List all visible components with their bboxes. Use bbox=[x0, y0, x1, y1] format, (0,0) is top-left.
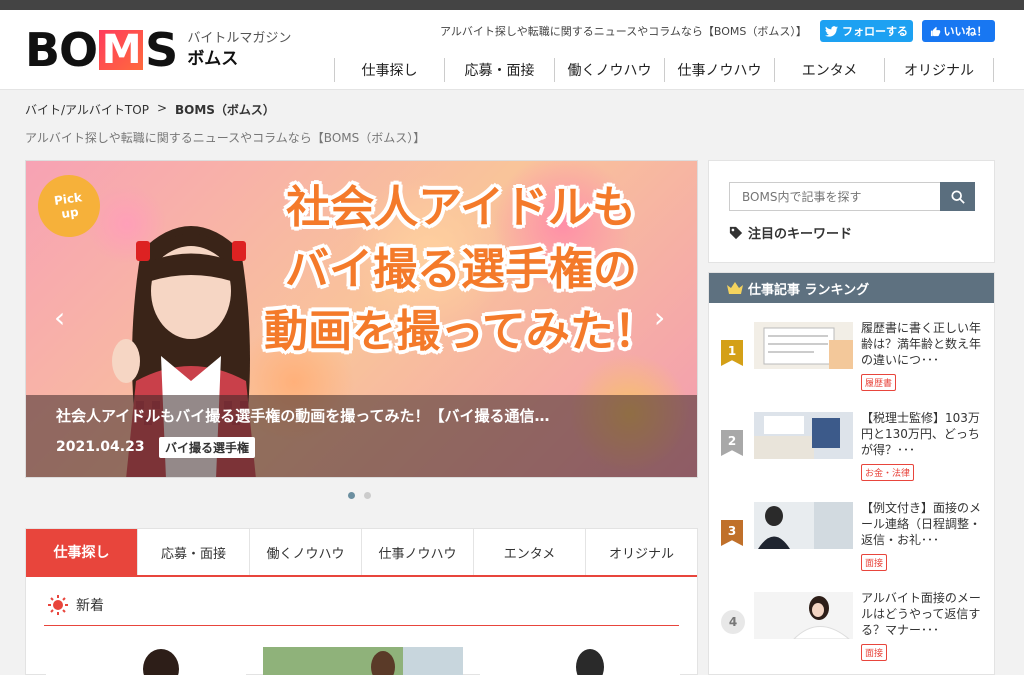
ranking-thumb-1 bbox=[754, 322, 853, 369]
header-tagline: アルバイト探しや転職に関するニュースやコラムなら【BOMS（ボムス）】 bbox=[440, 25, 807, 38]
hero-carousel[interactable]: Pick up 社会人アイドルも バイ撮る選手権の 動画を撮ってみた！ ‹ › … bbox=[25, 160, 698, 478]
nav-item-work-knowhow[interactable]: 働くノウハウ bbox=[554, 58, 664, 82]
nav-item-job-knowhow[interactable]: 仕事ノウハウ bbox=[664, 58, 774, 82]
breadcrumb-home-link[interactable]: バイト/アルバイトTOP bbox=[25, 101, 149, 118]
ranking-item-1[interactable]: 1 履歴書に書く正しい年齢は？満年齢と数え年の違いにつ･･･ 履歴書 bbox=[709, 320, 996, 402]
carousel-prev-icon[interactable]: ‹ bbox=[54, 301, 65, 334]
ranking-title-2[interactable]: 【税理士監修】103万円と130万円、どっちが得？･･･ bbox=[861, 410, 986, 458]
ranking-box: 仕事記事 ランキング 1 履歴書に書く正しい年齢は？満年齢と数え年の違いにつ･･… bbox=[708, 272, 995, 675]
category-tabs: 仕事探し 応募・面接 働くノウハウ 仕事ノウハウ エンタメ オリジナル bbox=[26, 529, 697, 577]
carousel-next-icon[interactable]: › bbox=[654, 301, 665, 334]
nav-item-apply-interview[interactable]: 応募・面接 bbox=[444, 58, 554, 82]
ranking-header-label: 仕事記事 ランキング bbox=[748, 282, 870, 298]
keyword-heading: 注目のキーワード bbox=[729, 223, 852, 242]
logo-letters-bo: BO bbox=[25, 23, 98, 77]
hero-caption-date: 2021.04.23 bbox=[56, 439, 145, 455]
twitter-follow-button[interactable]: フォローする bbox=[820, 20, 913, 42]
ranking-header: 仕事記事 ランキング bbox=[709, 273, 994, 303]
breadcrumb: バイト/アルバイトTOP > BOMS（ボムス） bbox=[25, 101, 275, 118]
rank-badge-1: 1 bbox=[721, 340, 743, 366]
logo-wordmark: BO M S bbox=[25, 23, 178, 77]
hero-headline-line1: 社会人アイドルも bbox=[286, 182, 636, 233]
tag-icon bbox=[729, 226, 743, 239]
global-nav: 仕事探し 応募・面接 働くノウハウ 仕事ノウハウ エンタメ オリジナル bbox=[334, 58, 994, 82]
ranking-item-4[interactable]: 4 アルバイト面接のメールはどうやって返信する？マナー･･･ 面接 bbox=[709, 590, 996, 672]
search-button[interactable] bbox=[940, 182, 975, 211]
category-tabs-panel: 仕事探し 応募・面接 働くノウハウ 仕事ノウハウ エンタメ オリジナル 新着 bbox=[25, 528, 698, 675]
logo-subtitle: バイトルマガジン ボムス bbox=[187, 30, 291, 70]
logo-letter-s: S bbox=[145, 23, 178, 77]
nav-item-entertainment[interactable]: エンタメ bbox=[774, 58, 884, 82]
search-box: 注目のキーワード bbox=[708, 160, 995, 263]
hero-headline: 社会人アイドルも バイ撮る選手権の 動画を撮ってみた！ bbox=[226, 177, 696, 363]
hero-caption-tag[interactable]: バイ撮る選手権 bbox=[159, 437, 256, 458]
ranking-tag-2[interactable]: お金・法律 bbox=[861, 464, 915, 481]
site-logo[interactable]: BO M S バイトルマガジン ボムス bbox=[25, 26, 291, 74]
ranking-tag-4[interactable]: 面接 bbox=[861, 644, 888, 661]
tab-work-knowhow[interactable]: 働くノウハウ bbox=[250, 529, 362, 575]
ranking-item-2[interactable]: 2 【税理士監修】103万円と130万円、どっちが得？･･･ お金・法律 bbox=[709, 410, 996, 492]
ranking-thumb-3 bbox=[754, 502, 853, 549]
breadcrumb-current: BOMS（ボムス） bbox=[175, 103, 275, 117]
tab-original[interactable]: オリジナル bbox=[586, 529, 697, 575]
carousel-dots bbox=[348, 492, 371, 499]
top-bar bbox=[0, 0, 1024, 10]
ranking-tag-1[interactable]: 履歴書 bbox=[861, 374, 897, 391]
crown-icon bbox=[727, 282, 743, 294]
tab-entertainment[interactable]: エンタメ bbox=[474, 529, 586, 575]
ranking-thumb-2 bbox=[754, 412, 853, 459]
rank-badge-3: 3 bbox=[721, 520, 743, 546]
sun-icon bbox=[48, 595, 68, 615]
ranking-item-3[interactable]: 3 【例文付き】面接のメール連絡（日程調整・返信・お礼･･･ 面接 bbox=[709, 500, 996, 582]
hero-caption[interactable]: 社会人アイドルもバイ撮る選手権の動画を撮ってみた！【バイ撮る通信… 2021.0… bbox=[26, 395, 697, 477]
search-icon bbox=[950, 189, 965, 204]
logo-sub-line2: ボムス bbox=[187, 49, 239, 69]
carousel-dot-2[interactable] bbox=[364, 492, 371, 499]
rank-badge-2: 2 bbox=[721, 430, 743, 456]
breadcrumb-separator: > bbox=[156, 101, 167, 115]
pickup-badge-line2: up bbox=[60, 204, 80, 222]
new-article-thumb-2[interactable] bbox=[263, 647, 463, 675]
hero-headline-line3: 動画を撮ってみた！ bbox=[264, 306, 658, 357]
facebook-like-label: いいね！ bbox=[943, 25, 988, 38]
twitter-follow-label: フォローする bbox=[842, 25, 908, 38]
ranking-thumb-4 bbox=[754, 592, 853, 639]
rank-badge-4: 4 bbox=[721, 610, 745, 634]
site-header: BO M S バイトルマガジン ボムス アルバイト探しや転職に関するニュースやコラム… bbox=[0, 10, 1024, 90]
page-subtitle: アルバイト探しや転職に関するニュースやコラムなら【BOMS（ボムス）】 bbox=[25, 131, 426, 145]
search-input[interactable] bbox=[729, 182, 940, 211]
nav-item-original[interactable]: オリジナル bbox=[884, 58, 994, 82]
new-article-thumbnails bbox=[26, 647, 697, 675]
hero-headline-line2: バイ撮る選手権の bbox=[285, 244, 637, 295]
new-article-thumb-1[interactable] bbox=[46, 647, 246, 675]
logo-sub-line1: バイトルマガジン bbox=[187, 31, 292, 46]
new-section-heading: 新着 bbox=[48, 595, 104, 615]
new-section-label: 新着 bbox=[76, 598, 104, 614]
pickup-badge: Pick up bbox=[33, 170, 105, 242]
thumbs-up-icon bbox=[930, 26, 940, 36]
twitter-bird-icon bbox=[825, 25, 838, 37]
new-section-divider bbox=[44, 625, 679, 626]
keyword-heading-label: 注目のキーワード bbox=[748, 227, 853, 242]
carousel-dot-1[interactable] bbox=[348, 492, 355, 499]
ranking-tag-3[interactable]: 面接 bbox=[861, 554, 888, 571]
ranking-title-3[interactable]: 【例文付き】面接のメール連絡（日程調整・返信・お礼･･･ bbox=[861, 500, 986, 548]
tab-apply-interview[interactable]: 応募・面接 bbox=[138, 529, 250, 575]
new-article-thumb-3[interactable] bbox=[480, 647, 680, 675]
logo-letter-m: M bbox=[99, 30, 144, 70]
tab-job-search[interactable]: 仕事探し bbox=[26, 529, 138, 575]
tab-job-knowhow[interactable]: 仕事ノウハウ bbox=[362, 529, 474, 575]
hero-caption-title: 社会人アイドルもバイ撮る選手権の動画を撮ってみた！【バイ撮る通信… bbox=[56, 407, 550, 425]
ranking-title-4[interactable]: アルバイト面接のメールはどうやって返信する？マナー･･･ bbox=[861, 590, 986, 638]
search-form bbox=[729, 182, 975, 211]
nav-item-job-search[interactable]: 仕事探し bbox=[334, 58, 444, 82]
ranking-title-1[interactable]: 履歴書に書く正しい年齢は？満年齢と数え年の違いにつ･･･ bbox=[861, 320, 986, 368]
facebook-like-button[interactable]: いいね！ bbox=[922, 20, 995, 42]
